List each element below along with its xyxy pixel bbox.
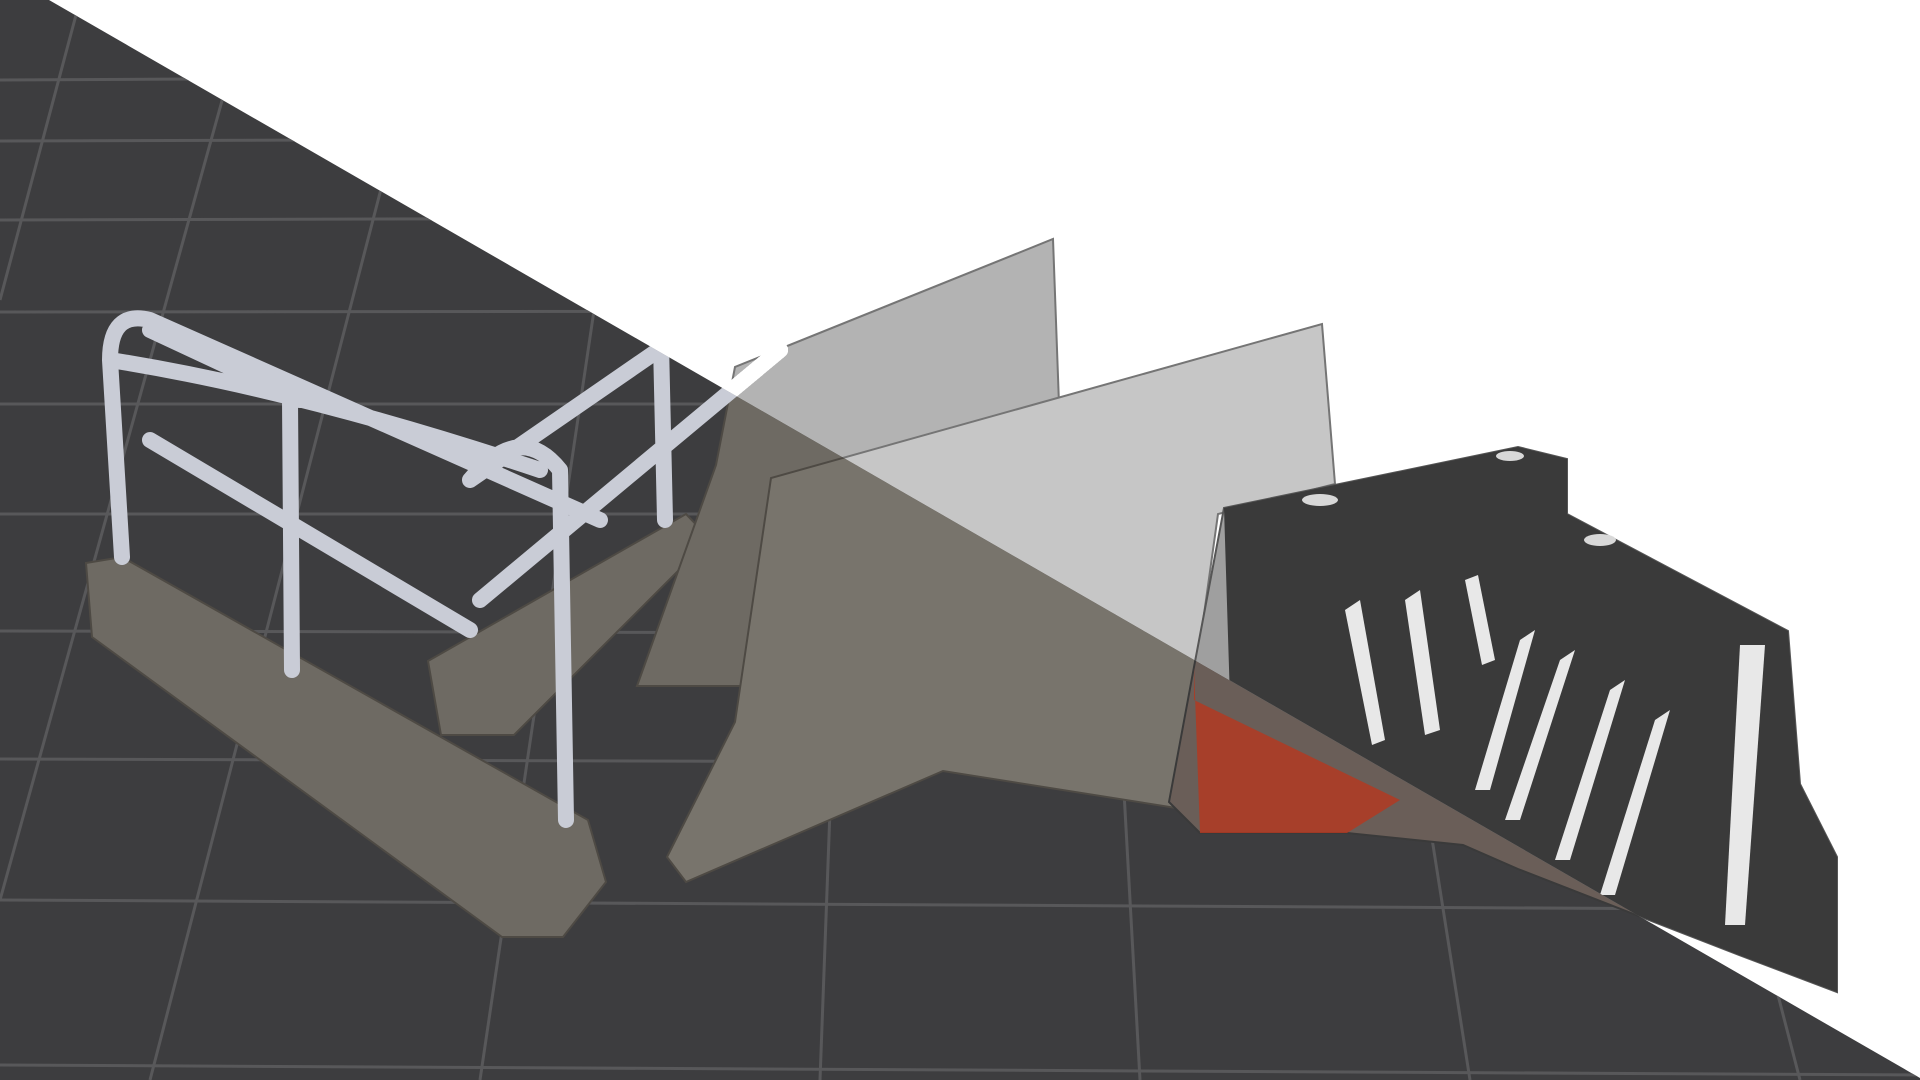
render-viewport: .c{fill:#6e6a63;stroke:#4e4a44;stroke-wi… <box>0 0 1920 1080</box>
